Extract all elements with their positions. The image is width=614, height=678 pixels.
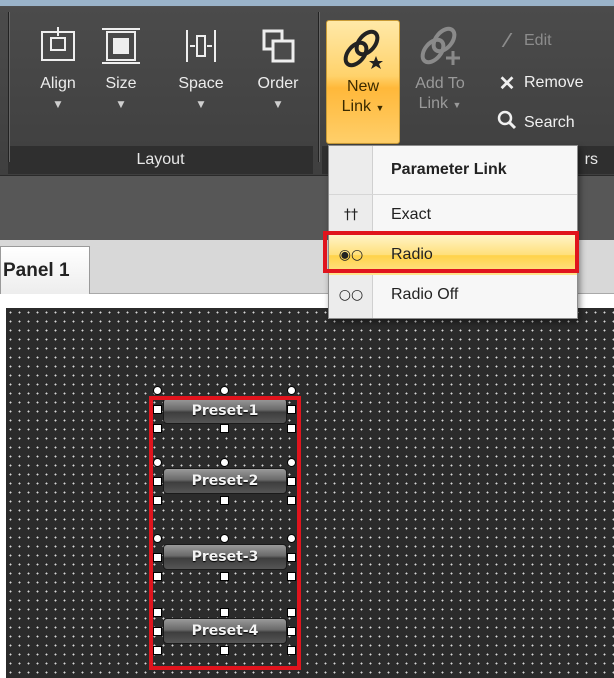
search-icon xyxy=(496,110,518,136)
group-separator xyxy=(8,12,9,162)
add-to-link-label-1: Add To xyxy=(415,75,465,92)
menu-item-label: Radio Off xyxy=(391,286,459,303)
search-label: Search xyxy=(524,114,575,131)
menu-item-label: Exact xyxy=(391,206,432,223)
preset-selection-highlight xyxy=(149,396,301,670)
new-link-icon xyxy=(341,27,385,71)
tab-label: Panel 1 xyxy=(3,259,70,281)
space-icon xyxy=(179,24,223,68)
menu-item-radio-off[interactable]: ○○ Radio Off xyxy=(329,275,577,315)
size-icon xyxy=(99,24,143,68)
edit-label: Edit xyxy=(524,32,552,49)
exact-link-icon: †† xyxy=(344,207,358,223)
remove-icon: ✕ xyxy=(498,72,516,95)
edit-icon: ⁄ xyxy=(505,29,509,52)
align-label: Align xyxy=(40,75,76,92)
add-to-link-icon xyxy=(418,24,462,68)
remove-label: Remove xyxy=(524,74,584,91)
align-dropdown-arrow-icon: ▼ xyxy=(54,100,62,110)
radio-off-link-icon: ○○ xyxy=(338,287,364,303)
resize-handle[interactable] xyxy=(287,386,296,395)
design-canvas[interactable] xyxy=(6,308,614,678)
remove-button[interactable]: ✕ Remove xyxy=(496,68,584,98)
menu-header: Parameter Link xyxy=(391,161,507,178)
tab-panel-1[interactable]: Panel 1 xyxy=(0,246,90,294)
new-link-label-2: Link ▼ xyxy=(341,98,385,115)
layout-group-title: Layout xyxy=(8,146,313,174)
order-dropdown-arrow-icon: ▼ xyxy=(274,100,282,110)
add-to-link-label-2: Link ▼ xyxy=(418,95,462,112)
ribbon-top-border xyxy=(0,0,614,6)
menu-item-exact[interactable]: †† Exact xyxy=(329,195,577,235)
resize-handle[interactable] xyxy=(220,386,229,395)
edit-button[interactable]: ⁄ Edit xyxy=(496,26,552,56)
radio-option-highlight xyxy=(323,231,579,273)
align-button[interactable]: Align ▼ xyxy=(30,24,86,144)
order-label: Order xyxy=(257,75,299,92)
order-icon xyxy=(256,24,300,68)
align-icon xyxy=(36,24,80,68)
resize-handle[interactable] xyxy=(153,386,162,395)
search-button[interactable]: Search xyxy=(496,108,575,138)
space-dropdown-arrow-icon: ▼ xyxy=(197,100,205,110)
size-label: Size xyxy=(105,75,137,92)
space-label: Space xyxy=(178,75,224,92)
order-button[interactable]: Order ▼ xyxy=(250,24,306,144)
new-link-label-1: New xyxy=(346,78,379,95)
add-to-link-button[interactable]: Add To Link ▼ xyxy=(408,24,472,144)
size-dropdown-arrow-icon: ▼ xyxy=(117,100,125,110)
size-button[interactable]: Size ▼ xyxy=(95,24,147,144)
space-button[interactable]: Space ▼ xyxy=(170,24,232,144)
group-separator xyxy=(318,12,319,162)
new-link-button[interactable]: New Link ▼ xyxy=(326,20,400,144)
